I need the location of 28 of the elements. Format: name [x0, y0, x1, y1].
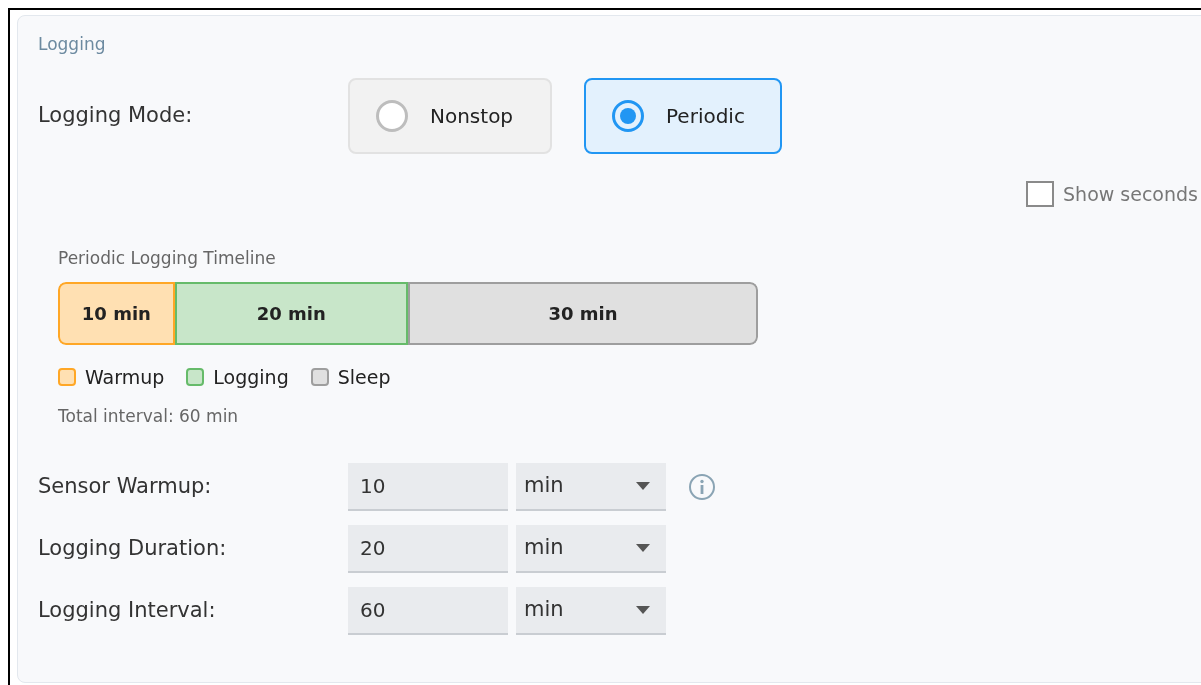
radio-option[interactable]: Periodic: [584, 78, 782, 154]
timeline-segment: 10 min: [58, 282, 175, 345]
unit-dropdown[interactable]: min: [516, 587, 666, 635]
radio-icon: [612, 100, 644, 132]
timeline-segment: 20 min: [174, 282, 408, 345]
caret-icon: [636, 606, 650, 614]
timeline-segment: 30 min: [408, 282, 758, 345]
timeline-title: Periodic Logging Timeline: [58, 246, 276, 270]
show-seconds-checkbox[interactable]: Show seconds: [1026, 180, 1198, 209]
field-label: Logging Duration:: [38, 535, 228, 563]
radio-icon: [376, 100, 408, 132]
section-title: Logging: [38, 36, 106, 53]
legend-label: Sleep: [337, 365, 391, 390]
field-label: Logging Interval:: [38, 597, 217, 625]
unit-dropdown[interactable]: min: [516, 463, 666, 511]
number-input[interactable]: 20: [348, 525, 508, 573]
caret-icon: [636, 482, 650, 490]
number-input[interactable]: 10: [348, 463, 508, 511]
field-label: Logging Mode:: [38, 102, 194, 130]
total-interval-text: Total interval: 60 min: [58, 404, 239, 428]
field-label: Sensor Warmup:: [38, 473, 213, 501]
info-icon[interactable]: [688, 473, 716, 501]
unit-dropdown[interactable]: min: [516, 525, 666, 573]
caret-icon: [636, 544, 650, 552]
legend-label: Logging: [213, 365, 289, 390]
radio-option[interactable]: Nonstop: [348, 78, 552, 154]
number-input[interactable]: 60: [348, 587, 508, 635]
legend-label: Warmup: [85, 365, 165, 390]
